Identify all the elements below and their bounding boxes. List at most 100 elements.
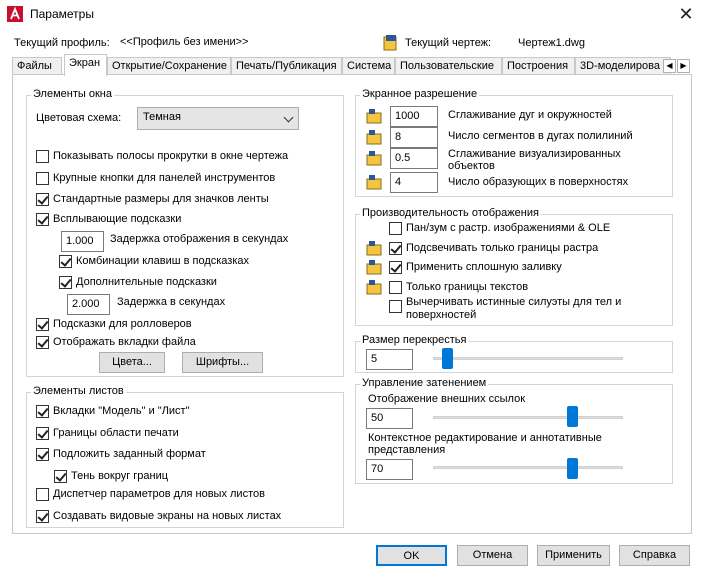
checkbox[interactable] bbox=[36, 427, 49, 440]
drawing-saved-icon bbox=[366, 279, 382, 295]
title-bar: Параметры ✕ bbox=[0, 0, 704, 30]
checkbox[interactable] bbox=[389, 281, 402, 294]
extended-delay-label: Задержка в секундах bbox=[117, 296, 226, 308]
tooltip-delay-input[interactable]: 1.000 bbox=[61, 231, 104, 252]
tab-plot-publish[interactable]: Печать/Публикация bbox=[231, 57, 342, 75]
tab-3d-modeling[interactable]: 3D-моделирова bbox=[575, 57, 671, 75]
checkbox[interactable] bbox=[389, 222, 402, 235]
checkbox-label: Тень вокруг границ bbox=[71, 470, 169, 482]
drawing-saved-icon bbox=[366, 240, 382, 256]
tab-scroll-left-icon[interactable]: ◀ bbox=[663, 59, 676, 73]
checkbox[interactable] bbox=[59, 276, 72, 289]
tab-scroll-right-icon[interactable]: ▶ bbox=[677, 59, 690, 73]
crosshair-slider-track[interactable] bbox=[433, 357, 623, 360]
checkbox[interactable] bbox=[36, 488, 49, 501]
checkbox-label: Вкладки "Модель" и "Лист" bbox=[53, 405, 190, 417]
xref-fade-slider-track[interactable] bbox=[433, 416, 623, 419]
tab-display[interactable]: Экран bbox=[64, 54, 107, 76]
fonts-button[interactable]: Шрифты... bbox=[182, 352, 263, 373]
color-scheme-select[interactable]: Темная bbox=[137, 107, 299, 130]
apply-button[interactable]: Применить bbox=[537, 545, 610, 566]
group-title: Элементы окна bbox=[31, 88, 114, 100]
resolution-label: Число образующих в поверхностях bbox=[448, 176, 629, 188]
checkbox[interactable] bbox=[54, 470, 67, 483]
checkbox-label: Стандартные размеры для значков ленты bbox=[53, 193, 269, 205]
autocad-logo-icon bbox=[7, 6, 23, 22]
xref-fade-input[interactable]: 50 bbox=[366, 408, 413, 429]
checkbox[interactable] bbox=[36, 405, 49, 418]
checkbox-label: Подложить заданный формат bbox=[53, 448, 206, 460]
checkbox[interactable] bbox=[36, 172, 49, 185]
resolution-label: Сглаживание дуг и окружностей bbox=[448, 109, 612, 121]
drawing-saved-icon bbox=[366, 174, 382, 190]
checkbox[interactable] bbox=[36, 213, 49, 226]
drawing-saved-icon bbox=[366, 259, 382, 275]
profile-value: <<Профиль без имени>> bbox=[120, 36, 249, 48]
checkbox-label: Границы области печати bbox=[53, 427, 179, 439]
tab-strip: Файлы Экран Открытие/Сохранение Печать/П… bbox=[12, 54, 692, 76]
tab-drafting[interactable]: Построения bbox=[502, 57, 575, 75]
group-title: Размер перекрестья bbox=[360, 334, 469, 346]
inplace-fade-input[interactable]: 70 bbox=[366, 459, 413, 480]
tab-user-preferences[interactable]: Пользовательские bbox=[395, 57, 502, 75]
checkbox[interactable] bbox=[389, 261, 402, 274]
checkbox[interactable] bbox=[36, 510, 49, 523]
group-title: Управление затенением bbox=[360, 377, 489, 389]
checkbox[interactable] bbox=[36, 318, 49, 331]
checkbox-label: Подсвечивать только границы растра bbox=[406, 242, 599, 254]
checkbox[interactable] bbox=[59, 255, 72, 268]
crosshair-size-input[interactable]: 5 bbox=[366, 349, 413, 370]
checkbox-label: Применить сплошную заливку bbox=[406, 261, 562, 273]
cancel-button[interactable]: Отмена bbox=[457, 545, 528, 566]
checkbox-label: Только границы текстов bbox=[406, 281, 529, 293]
color-scheme-value: Темная bbox=[143, 111, 181, 123]
drawing-saved-icon bbox=[366, 129, 382, 145]
tab-system[interactable]: Система bbox=[342, 57, 395, 75]
drawing-saved-icon bbox=[366, 150, 382, 166]
group-title: Экранное разрешение bbox=[360, 88, 480, 100]
tab-files[interactable]: Файлы bbox=[12, 57, 62, 75]
tooltip-delay-label: Задержка отображения в секундах bbox=[110, 233, 289, 245]
crosshair-slider-thumb[interactable] bbox=[441, 348, 453, 369]
resolution-input[interactable]: 1000 bbox=[390, 106, 438, 127]
resolution-input[interactable]: 8 bbox=[390, 127, 438, 148]
profile-label: Текущий профиль: bbox=[14, 37, 110, 49]
checkbox[interactable] bbox=[36, 193, 49, 206]
resolution-input[interactable]: 4 bbox=[390, 172, 438, 193]
checkbox[interactable] bbox=[36, 150, 49, 163]
checkbox[interactable] bbox=[36, 448, 49, 461]
checkbox[interactable] bbox=[389, 300, 402, 313]
checkbox-label: Комбинации клавиш в подсказках bbox=[76, 255, 250, 267]
checkbox-label: Диспетчер параметров для новых листов bbox=[53, 488, 265, 500]
help-button[interactable]: Справка bbox=[619, 545, 690, 566]
checkbox-label: Создавать видовые экраны на новых листах bbox=[53, 510, 282, 522]
checkbox-label: Дополнительные подсказки bbox=[76, 276, 217, 288]
checkbox-label: Всплывающие подсказки bbox=[53, 213, 182, 225]
checkbox-label: Показывать полосы прокрутки в окне черте… bbox=[53, 150, 289, 162]
checkbox-label: Подсказки для ролловеров bbox=[53, 318, 192, 330]
group-title: Элементы листов bbox=[31, 385, 126, 397]
color-scheme-label: Цветовая схема: bbox=[36, 112, 122, 124]
resolution-label: Число сегментов в дугах полилиний bbox=[448, 130, 633, 142]
extended-delay-input[interactable]: 2.000 bbox=[67, 294, 110, 315]
ok-button[interactable]: OK bbox=[376, 545, 447, 566]
inplace-fade-slider-thumb[interactable] bbox=[567, 458, 579, 479]
checkbox-label: Крупные кнопки для панелей инструментов bbox=[53, 172, 276, 184]
close-button[interactable]: ✕ bbox=[672, 3, 700, 27]
inplace-fade-label: Контекстное редактирование и аннотативны… bbox=[368, 432, 602, 456]
drawing-file-icon bbox=[383, 35, 397, 51]
resolution-input[interactable]: 0.5 bbox=[390, 148, 438, 169]
colors-button[interactable]: Цвета... bbox=[99, 352, 165, 373]
group-title: Производительность отображения bbox=[360, 207, 541, 219]
drawing-saved-icon bbox=[366, 108, 382, 124]
chevron-down-icon bbox=[283, 112, 294, 123]
inplace-fade-slider-track[interactable] bbox=[433, 466, 623, 469]
checkbox[interactable] bbox=[36, 336, 49, 349]
tab-open-save[interactable]: Открытие/Сохранение bbox=[107, 57, 231, 75]
drawing-label: Текущий чертеж: bbox=[405, 37, 492, 49]
checkbox[interactable] bbox=[389, 242, 402, 255]
xref-fade-slider-thumb[interactable] bbox=[567, 406, 579, 427]
checkbox-label: Отображать вкладки файла bbox=[53, 336, 196, 348]
window-title: Параметры bbox=[30, 7, 94, 21]
drawing-value: Чертеж1.dwg bbox=[518, 37, 585, 49]
